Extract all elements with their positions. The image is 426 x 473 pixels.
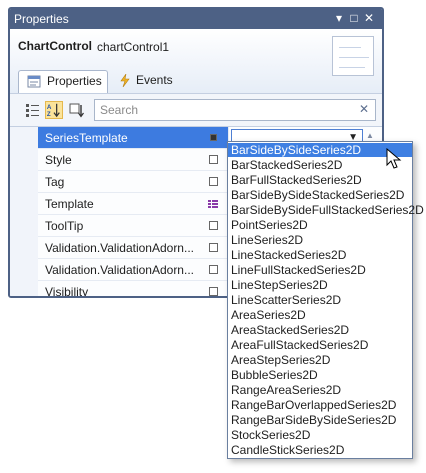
title-bar: Properties ▾ □ ✕ xyxy=(10,9,382,29)
dropdown-option[interactable]: RangeAreaSeries2D xyxy=(228,383,412,397)
dropdown-option[interactable]: LineFullStackedSeries2D xyxy=(228,263,412,277)
search-input[interactable]: Search ✕ xyxy=(94,99,376,121)
mouse-cursor-icon xyxy=(386,148,402,169)
svg-text:A: A xyxy=(47,104,52,111)
dropdown-option[interactable]: AreaStackedSeries2D xyxy=(228,323,412,337)
dropdown-option[interactable]: StockSeries2D xyxy=(228,428,412,442)
chart-thumbnail xyxy=(332,36,374,76)
properties-icon xyxy=(27,75,41,88)
search-placeholder: Search xyxy=(100,103,139,117)
property-marker-icon[interactable] xyxy=(209,265,218,274)
maximize-icon[interactable]: □ xyxy=(347,11,361,25)
dropdown-option[interactable]: BarSideBySideStackedSeries2D xyxy=(228,188,412,202)
tab-properties[interactable]: Properties xyxy=(18,70,108,93)
object-header: ChartControl chartControl1 Properties Ev… xyxy=(10,29,382,93)
object-type: ChartControl xyxy=(18,39,92,53)
dropdown-option[interactable]: RangeBarOverlappedSeries2D xyxy=(228,398,412,412)
scroll-up-icon[interactable]: ▲ xyxy=(366,131,374,140)
dropdown-option[interactable]: BarStackedSeries2D xyxy=(228,158,412,172)
dropdown-option[interactable]: AreaSeries2D xyxy=(228,308,412,322)
property-name: SeriesTemplate xyxy=(38,127,228,149)
property-marker-icon[interactable] xyxy=(209,155,218,164)
property-name: Validation.ValidationAdorn... xyxy=(38,237,228,259)
dropdown-option[interactable]: LineStepSeries2D xyxy=(228,278,412,292)
property-marker-icon[interactable] xyxy=(210,134,217,141)
dropdown-option[interactable]: LineStackedSeries2D xyxy=(228,248,412,262)
property-marker-icon[interactable] xyxy=(209,243,218,252)
toolbar: A Z Search ✕ xyxy=(10,93,382,127)
property-name: Template xyxy=(38,193,228,215)
lightning-icon xyxy=(120,74,130,87)
dropdown-option[interactable]: AreaFullStackedSeries2D xyxy=(228,338,412,352)
property-name: Validation.ValidationAdorn... xyxy=(38,259,228,281)
svg-text:Z: Z xyxy=(47,111,51,118)
series-type-dropdown: BarSideBySideSeries2D BarStackedSeries2D… xyxy=(227,141,424,459)
property-name: Visibility xyxy=(38,281,228,296)
property-name: Style xyxy=(38,149,228,171)
property-name: Tag xyxy=(38,171,228,193)
tab-properties-label: Properties xyxy=(47,74,102,88)
dropdown-option[interactable]: BarSideBySideFullStackedSeries2D xyxy=(228,203,424,217)
dropdown-menu-icon[interactable]: ▾ xyxy=(332,11,346,25)
dropdown-option[interactable]: BubbleSeries2D xyxy=(228,368,412,382)
close-icon[interactable]: ✕ xyxy=(362,11,376,25)
template-marker-icon[interactable] xyxy=(208,200,218,208)
dropdown-option[interactable]: RangeBarSideBySideSeries2D xyxy=(228,413,412,427)
property-marker-icon[interactable] xyxy=(209,287,218,296)
dropdown-option[interactable]: BarFullStackedSeries2D xyxy=(228,173,412,187)
dropdown-option[interactable]: CandleStickSeries2D xyxy=(228,443,412,457)
categorized-icon[interactable] xyxy=(24,101,42,119)
alphabetical-sort-icon[interactable]: A Z xyxy=(45,101,63,119)
window-title: Properties xyxy=(14,12,69,26)
property-marker-icon[interactable] xyxy=(209,177,218,186)
dropdown-option[interactable]: PointSeries2D xyxy=(228,218,412,232)
clear-search-icon[interactable]: ✕ xyxy=(359,102,369,116)
tab-events-label: Events xyxy=(136,73,173,87)
tab-events[interactable]: Events xyxy=(114,70,184,93)
property-marker-icon[interactable] xyxy=(209,221,218,230)
dropdown-option[interactable]: LineSeries2D xyxy=(228,233,412,247)
dropdown-option[interactable]: AreaStepSeries2D xyxy=(228,353,412,367)
object-name: chartControl1 xyxy=(97,40,170,54)
dropdown-option[interactable]: BarSideBySideSeries2D xyxy=(228,143,412,157)
dropdown-option[interactable]: LineScatterSeries2D xyxy=(228,293,412,307)
property-name: ToolTip xyxy=(38,215,228,237)
sort-options-icon[interactable] xyxy=(68,101,86,119)
